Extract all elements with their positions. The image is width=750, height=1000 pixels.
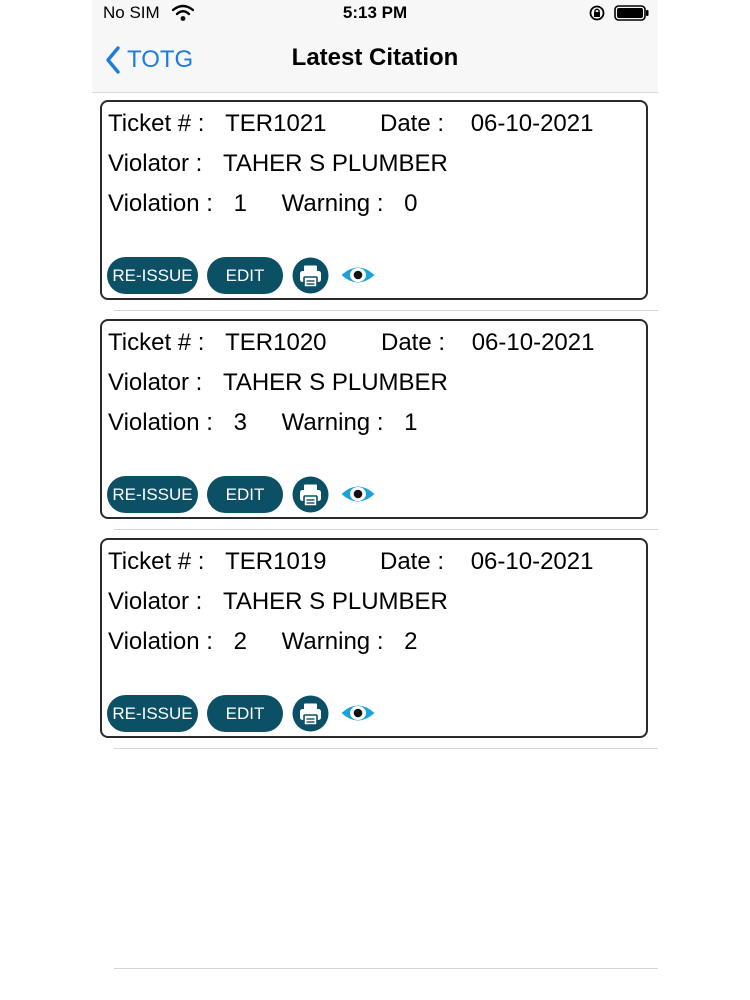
list-bottom-divider [114,968,658,969]
ticket-label: Ticket # : [108,329,205,356]
citation-card: Ticket # : TER1019 Date : 06-10-2021 Vio… [100,538,648,738]
printer-icon[interactable] [292,476,329,513]
edit-button[interactable]: EDIT [207,257,283,294]
counts-line: Violation : 3 Warning : 1 [108,409,418,437]
ticket-label: Ticket # : [108,548,205,575]
warning-count: 2 [404,628,418,655]
date-value: 06-10-2021 [470,548,594,575]
violator-line: Violator : TAHER S PLUMBER [108,150,448,178]
citation-row[interactable]: Ticket # : TER1019 Date : 06-10-2021 Vio… [92,530,658,749]
violation-count: 2 [233,628,247,655]
violation-label: Violation : [108,190,213,217]
ticket-line: Ticket # : TER1021 [108,110,327,138]
clock: 5:13 PM [342,3,408,22]
citation-row[interactable]: Ticket # : TER1020 Date : 06-10-2021 Vio… [92,311,658,530]
violator-line: Violator : TAHER S PLUMBER [108,369,448,397]
warning-count: 0 [404,190,418,217]
violator-name: TAHER S PLUMBER [222,369,448,396]
violator-name: TAHER S PLUMBER [222,588,448,615]
warning-label: Warning : [281,628,384,655]
date-line: Date : 06-10-2021 [380,110,593,138]
date-line: Date : 06-10-2021 [380,548,593,576]
eye-icon[interactable] [340,482,376,506]
date-label: Date : [380,110,445,137]
app-screen: No SIM 5:13 PM TOTG Latest Citation Tick… [92,0,658,1000]
reissue-button[interactable]: RE-ISSUE [107,257,198,294]
ticket-line: Ticket # : TER1020 [108,329,327,357]
ticket-number: TER1019 [225,548,327,575]
violation-count: 3 [233,409,247,436]
status-bar: No SIM 5:13 PM [92,0,658,26]
navigation-bar: TOTG Latest Citation [92,26,658,93]
ticket-number: TER1020 [225,329,327,356]
date-label: Date : [381,329,446,356]
violation-label: Violation : [108,409,213,436]
printer-icon[interactable] [292,695,329,732]
counts-line: Violation : 2 Warning : 2 [108,628,418,656]
warning-label: Warning : [281,409,384,436]
warning-count: 1 [404,409,418,436]
orientation-lock-icon [589,5,605,21]
date-value: 06-10-2021 [471,329,595,356]
violator-name: TAHER S PLUMBER [222,150,448,177]
reissue-button[interactable]: RE-ISSUE [107,476,198,513]
ticket-label: Ticket # : [108,110,205,137]
violation-count: 1 [233,190,247,217]
date-value: 06-10-2021 [470,110,594,137]
citation-row[interactable]: Ticket # : TER1021 Date : 06-10-2021 Vio… [92,92,658,311]
violator-label: Violator : [108,369,203,396]
citation-card: Ticket # : TER1020 Date : 06-10-2021 Vio… [100,319,648,519]
eye-icon[interactable] [340,701,376,725]
reissue-button[interactable]: RE-ISSUE [107,695,198,732]
warning-label: Warning : [281,190,384,217]
violator-label: Violator : [108,588,203,615]
printer-icon[interactable] [292,257,329,294]
eye-icon[interactable] [340,263,376,287]
violator-line: Violator : TAHER S PLUMBER [108,588,448,616]
date-label: Date : [380,548,445,575]
date-line: Date : 06-10-2021 [381,329,594,357]
ticket-number: TER1021 [225,110,327,137]
row-divider [114,748,658,749]
violation-label: Violation : [108,628,213,655]
battery-icon [614,5,649,21]
violator-label: Violator : [108,150,203,177]
counts-line: Violation : 1 Warning : 0 [108,190,418,218]
ticket-line: Ticket # : TER1019 [108,548,327,576]
page-title: Latest Citation [291,44,459,71]
citation-card: Ticket # : TER1021 Date : 06-10-2021 Vio… [100,100,648,300]
edit-button[interactable]: EDIT [207,476,283,513]
edit-button[interactable]: EDIT [207,695,283,732]
